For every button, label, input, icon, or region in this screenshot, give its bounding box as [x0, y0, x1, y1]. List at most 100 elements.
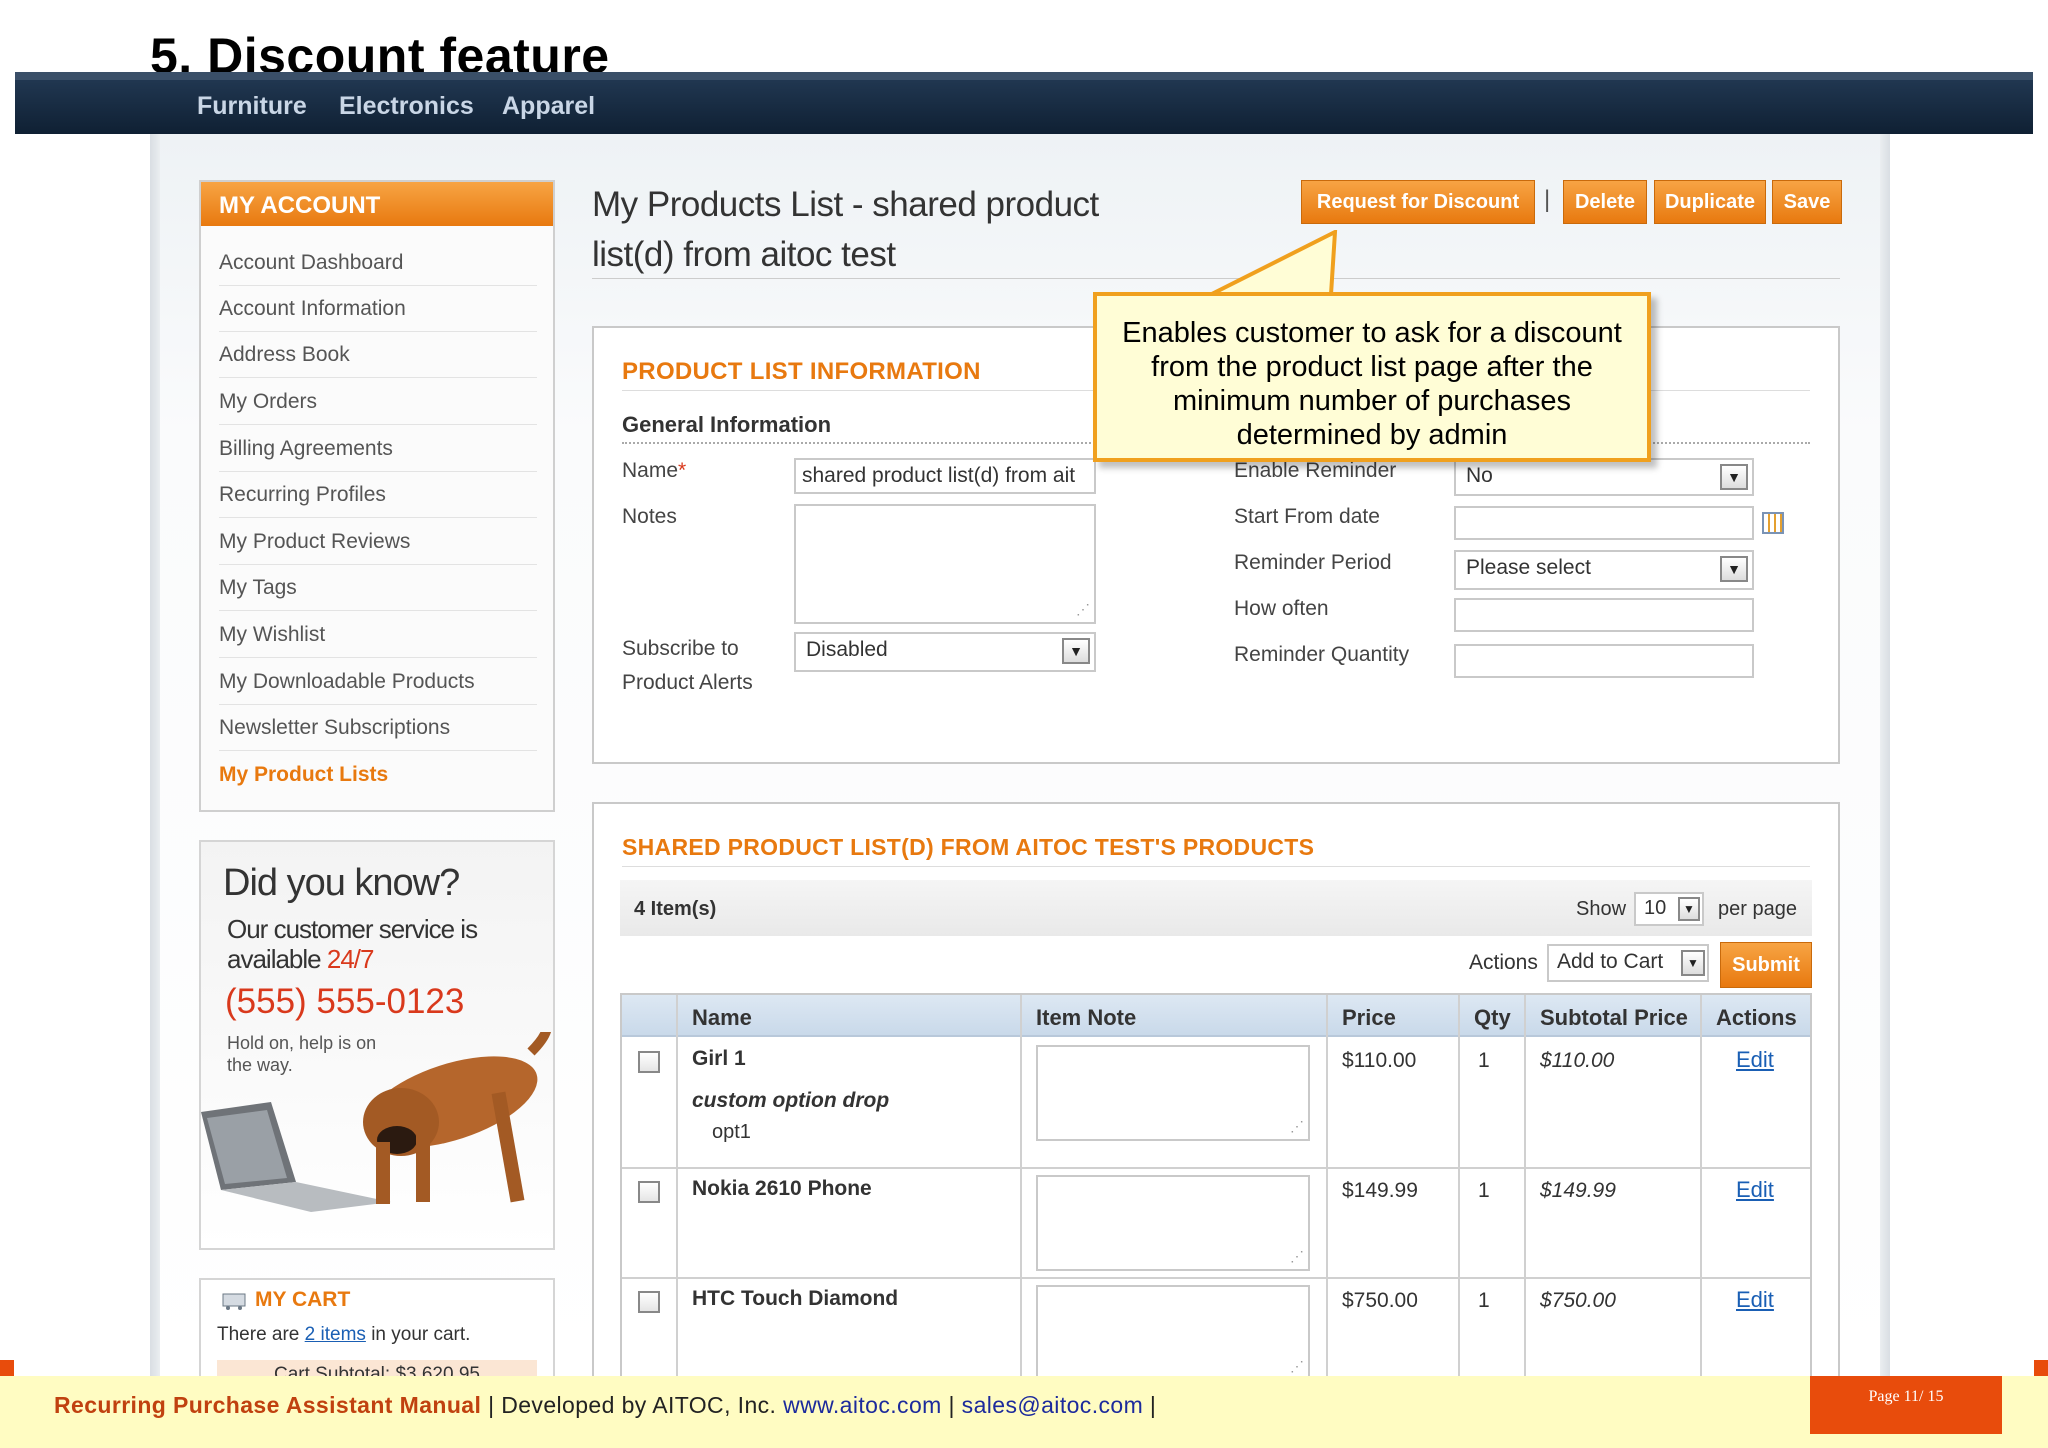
- enable-reminder-select[interactable]: No ▼: [1454, 458, 1754, 496]
- sidebar-item-my-tags[interactable]: My Tags: [219, 565, 537, 611]
- reminder-quantity-input[interactable]: [1454, 644, 1754, 678]
- price-cell: $110.00: [1342, 1049, 1417, 1072]
- column-divider: [1020, 995, 1022, 1380]
- cart-items-link[interactable]: 2 items: [305, 1324, 366, 1345]
- item-note-textarea[interactable]: ⋰: [1036, 1045, 1310, 1141]
- sidebar-item-my-wishlist[interactable]: My Wishlist: [219, 612, 537, 658]
- sidebar-item-billing-agreements[interactable]: Billing Agreements: [219, 426, 537, 472]
- column-divider: [1458, 995, 1460, 1380]
- column-header-price: Price: [1342, 1005, 1396, 1030]
- calendar-icon[interactable]: [1762, 512, 1784, 534]
- reminder-period-select[interactable]: Please select ▼: [1454, 550, 1754, 590]
- account-sidebar-header: MY ACCOUNT: [201, 182, 553, 226]
- actions-label: Actions: [1469, 951, 1538, 974]
- per-page-select[interactable]: 10 ▼: [1634, 892, 1704, 926]
- resize-grip-icon[interactable]: ⋰: [1290, 1358, 1304, 1375]
- info-section-title: PRODUCT LIST INFORMATION: [622, 358, 981, 385]
- column-header-subtotal: Subtotal Price: [1540, 1005, 1688, 1030]
- price-cell: $149.99: [1342, 1179, 1418, 1202]
- item-note-textarea[interactable]: ⋰: [1036, 1175, 1310, 1271]
- subtotal-cell: $149.99: [1540, 1179, 1616, 1202]
- enable-reminder-value: No: [1466, 464, 1493, 487]
- duplicate-button[interactable]: Duplicate: [1654, 180, 1766, 224]
- qty-cell: 1: [1478, 1049, 1490, 1072]
- qty-cell: 1: [1478, 1289, 1490, 1312]
- nav-item-electronics[interactable]: Electronics: [339, 92, 474, 121]
- submit-button[interactable]: Submit: [1720, 942, 1812, 988]
- item-count: 4 Item(s): [634, 898, 717, 920]
- sidebar-item-account-dashboard[interactable]: Account Dashboard: [219, 240, 537, 286]
- sidebar-item-newsletter-subscriptions[interactable]: Newsletter Subscriptions: [219, 705, 537, 751]
- top-navigation: Furniture Electronics Apparel: [15, 72, 2033, 134]
- notes-textarea[interactable]: ⋰: [794, 504, 1096, 624]
- sidebar-item-my-product-reviews[interactable]: My Product Reviews: [219, 519, 537, 565]
- footer-marker: [2034, 1360, 2048, 1376]
- nav-item-apparel[interactable]: Apparel: [502, 92, 595, 121]
- chevron-down-icon[interactable]: ▼: [1678, 897, 1700, 921]
- page-number-badge: Page 11/ 15: [1810, 1376, 2002, 1434]
- footer-separator: |: [1143, 1392, 1157, 1418]
- chevron-down-icon[interactable]: ▼: [1720, 556, 1748, 582]
- column-header-name: Name: [692, 1005, 752, 1030]
- edit-link[interactable]: Edit: [1736, 1047, 1774, 1073]
- resize-grip-icon[interactable]: ⋰: [1290, 1118, 1304, 1135]
- footer-separator: | Developed by AITOC, Inc.: [481, 1392, 784, 1418]
- sidebar-item-my-downloadable-products[interactable]: My Downloadable Products: [219, 659, 537, 705]
- button-separator: |: [1544, 186, 1551, 213]
- how-often-input[interactable]: [1454, 598, 1754, 632]
- sidebar-item-address-book[interactable]: Address Book: [219, 332, 537, 378]
- footer-text: Recurring Purchase Assistant Manual | De…: [54, 1392, 1156, 1419]
- name-label-text: Name: [622, 459, 679, 482]
- chevron-down-icon[interactable]: ▼: [1681, 950, 1705, 976]
- product-name: Girl 1: [692, 1047, 746, 1070]
- footer-marker: [0, 1360, 14, 1376]
- row-divider: [622, 1167, 1810, 1169]
- actions-select[interactable]: Add to Cart ▼: [1547, 944, 1709, 982]
- cart-icon: [222, 1293, 246, 1310]
- column-header-actions: Actions: [1716, 1005, 1797, 1030]
- sidebar-item-recurring-profiles[interactable]: Recurring Profiles: [219, 472, 537, 518]
- product-option-value: opt1: [712, 1121, 751, 1143]
- cart-title: MY CART: [255, 1288, 351, 1311]
- save-button[interactable]: Save: [1772, 180, 1842, 224]
- sidebar-item-my-orders[interactable]: My Orders: [219, 379, 537, 425]
- resize-grip-icon[interactable]: ⋰: [1076, 601, 1090, 618]
- column-divider: [1326, 995, 1328, 1380]
- row-divider: [622, 1277, 1810, 1279]
- subscribe-select[interactable]: Disabled ▼: [794, 632, 1096, 672]
- resize-grip-icon[interactable]: ⋰: [1290, 1248, 1304, 1265]
- delete-button[interactable]: Delete: [1563, 180, 1647, 224]
- page-title: My Products List - shared product list(d…: [592, 185, 1099, 274]
- cart-summary: There are 2 items in your cart.: [217, 1324, 470, 1346]
- table-header: Name Item Note Price Qty Subtotal Price …: [622, 995, 1810, 1037]
- nav-item-furniture[interactable]: Furniture: [197, 92, 307, 121]
- subtotal-cell: $750.00: [1540, 1289, 1616, 1312]
- row-checkbox[interactable]: [638, 1051, 660, 1073]
- column-divider: [1524, 995, 1526, 1380]
- customer-service-promo: Did you know? Our customer service is av…: [199, 840, 555, 1250]
- edit-link[interactable]: Edit: [1736, 1287, 1774, 1313]
- sidebar-item-my-product-lists[interactable]: My Product Lists: [219, 752, 537, 798]
- notes-label: Notes: [622, 505, 677, 528]
- sidebar-item-account-information[interactable]: Account Information: [219, 286, 537, 332]
- row-checkbox[interactable]: [638, 1181, 660, 1203]
- document-footer: Recurring Purchase Assistant Manual | De…: [0, 1376, 2048, 1448]
- name-input[interactable]: shared product list(d) from ait: [794, 458, 1096, 494]
- show-label: Show: [1576, 898, 1627, 920]
- per-page-label: per page: [1718, 898, 1797, 920]
- column-header-qty: Qty: [1474, 1005, 1511, 1030]
- subtotal-cell: $110.00: [1540, 1049, 1615, 1072]
- item-note-textarea[interactable]: ⋰: [1036, 1285, 1310, 1381]
- chevron-down-icon[interactable]: ▼: [1062, 638, 1090, 664]
- product-option-label: custom option drop: [692, 1089, 890, 1112]
- actions-select-value: Add to Cart: [1557, 950, 1664, 973]
- request-discount-button[interactable]: Request for Discount: [1301, 180, 1535, 224]
- start-date-input[interactable]: [1454, 506, 1754, 540]
- chevron-down-icon[interactable]: ▼: [1720, 464, 1748, 490]
- footer-brand: Recurring Purchase Assistant Manual: [54, 1392, 482, 1418]
- row-checkbox[interactable]: [638, 1291, 660, 1313]
- footer-site-link[interactable]: www.aitoc.com: [783, 1392, 942, 1418]
- column-divider: [676, 995, 678, 1380]
- edit-link[interactable]: Edit: [1736, 1177, 1774, 1203]
- footer-email-link[interactable]: sales@aitoc.com: [962, 1392, 1143, 1418]
